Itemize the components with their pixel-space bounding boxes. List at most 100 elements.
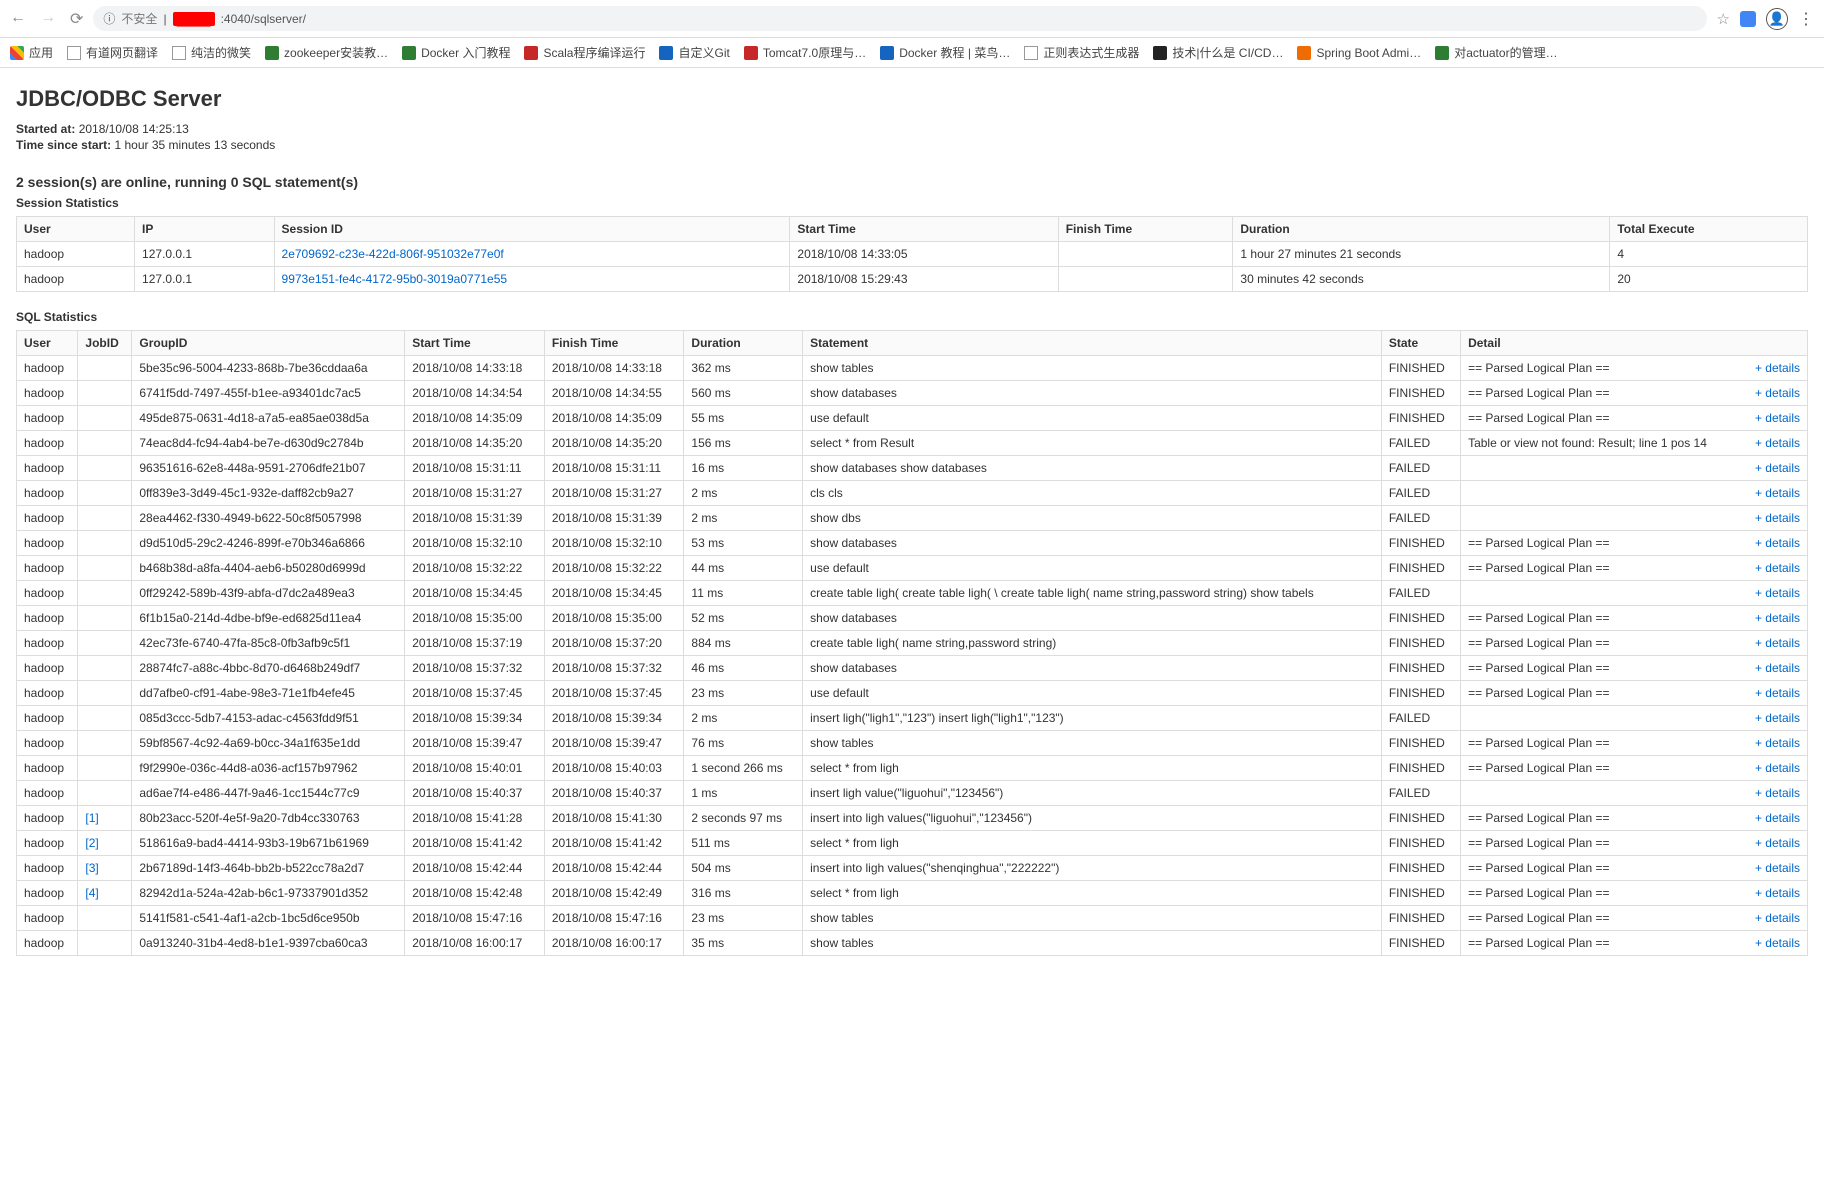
bookmark-item[interactable]: 技术|什么是 CI/CD…: [1153, 44, 1283, 61]
session-stats-label: Session Statistics: [16, 196, 1808, 210]
sql-duration: 884 ms: [684, 631, 803, 656]
sql-user: hadoop: [17, 606, 78, 631]
details-link[interactable]: + details: [1755, 436, 1800, 450]
bookmark-item[interactable]: 有道网页翻译: [67, 44, 158, 61]
bookmark-item[interactable]: Tomcat7.0原理与…: [744, 44, 866, 61]
sql-row: hadoop5141f581-c541-4af1-a2cb-1bc5d6ce95…: [17, 906, 1808, 931]
menu-icon[interactable]: ⋮: [1798, 9, 1814, 29]
session-col-header[interactable]: Duration: [1233, 217, 1610, 242]
extension-icon[interactable]: [1740, 11, 1756, 27]
details-link[interactable]: + details: [1755, 711, 1800, 725]
details-link[interactable]: + details: [1755, 461, 1800, 475]
detail-text: == Parsed Logical Plan ==: [1468, 561, 1609, 575]
bookmark-star-icon[interactable]: ☆: [1717, 10, 1730, 28]
details-link[interactable]: + details: [1755, 586, 1800, 600]
bookmark-item[interactable]: 自定义Git: [659, 44, 729, 61]
session-col-header[interactable]: User: [17, 217, 135, 242]
bookmark-item[interactable]: Docker 教程 | 菜鸟…: [880, 44, 1010, 61]
details-link[interactable]: + details: [1755, 386, 1800, 400]
sql-col-header[interactable]: JobID: [78, 331, 132, 356]
nav-reload-icon[interactable]: ⟳: [70, 9, 83, 29]
sql-state: FINISHED: [1381, 806, 1460, 831]
details-link[interactable]: + details: [1755, 886, 1800, 900]
info-icon[interactable]: ⓘ: [103, 10, 115, 27]
session-col-header[interactable]: Start Time: [790, 217, 1058, 242]
job-link[interactable]: [2]: [85, 836, 98, 850]
sql-jobid: [4]: [78, 881, 132, 906]
job-link[interactable]: [1]: [85, 811, 98, 825]
details-link[interactable]: + details: [1755, 636, 1800, 650]
session-id-link[interactable]: 2e709692-c23e-422d-806f-951032e77e0f: [282, 247, 504, 261]
sql-jobid: [78, 681, 132, 706]
sql-state: FINISHED: [1381, 931, 1460, 956]
details-link[interactable]: + details: [1755, 561, 1800, 575]
sql-col-header[interactable]: Start Time: [405, 331, 545, 356]
sql-col-header[interactable]: Statement: [803, 331, 1382, 356]
job-link[interactable]: [3]: [85, 861, 98, 875]
session-col-header[interactable]: IP: [135, 217, 274, 242]
bookmark-item[interactable]: Scala程序编译运行: [524, 44, 645, 61]
sql-detail: == Parsed Logical Plan == + details: [1461, 556, 1808, 581]
bookmark-item[interactable]: 正则表达式生成器: [1024, 44, 1139, 61]
sql-duration: 35 ms: [684, 931, 803, 956]
details-link[interactable]: + details: [1755, 911, 1800, 925]
sql-duration: 53 ms: [684, 531, 803, 556]
nav-back-icon[interactable]: ←: [10, 9, 26, 29]
details-link[interactable]: + details: [1755, 736, 1800, 750]
sql-col-header[interactable]: Detail: [1461, 331, 1808, 356]
session-id-link[interactable]: 9973e151-fe4c-4172-95b0-3019a0771e55: [282, 272, 508, 286]
details-link[interactable]: + details: [1755, 611, 1800, 625]
details-link[interactable]: + details: [1755, 786, 1800, 800]
session-col-header[interactable]: Session ID: [274, 217, 790, 242]
sql-col-header[interactable]: Duration: [684, 331, 803, 356]
bookmark-label: Spring Boot Admi…: [1316, 46, 1421, 60]
details-link[interactable]: + details: [1755, 536, 1800, 550]
job-link[interactable]: [4]: [85, 886, 98, 900]
sql-col-header[interactable]: User: [17, 331, 78, 356]
sql-jobid: [78, 531, 132, 556]
bookmark-item[interactable]: Docker 入门教程: [402, 44, 510, 61]
details-link[interactable]: + details: [1755, 411, 1800, 425]
sql-start: 2018/10/08 14:35:09: [405, 406, 545, 431]
sql-detail: == Parsed Logical Plan ==+ details: [1461, 881, 1808, 906]
details-link[interactable]: + details: [1755, 936, 1800, 950]
sql-start: 2018/10/08 15:40:01: [405, 756, 545, 781]
session-col-header[interactable]: Finish Time: [1058, 217, 1233, 242]
detail-text: == Parsed Logical Plan ==: [1468, 936, 1609, 950]
bookmark-item[interactable]: 应用: [10, 44, 53, 61]
details-link[interactable]: + details: [1755, 761, 1800, 775]
sql-col-header[interactable]: Finish Time: [544, 331, 684, 356]
sql-start: 2018/10/08 15:37:19: [405, 631, 545, 656]
sql-col-header[interactable]: GroupID: [132, 331, 405, 356]
sql-user: hadoop: [17, 381, 78, 406]
sql-start: 2018/10/08 15:31:11: [405, 456, 545, 481]
details-link[interactable]: + details: [1755, 811, 1800, 825]
bookmark-item[interactable]: Spring Boot Admi…: [1297, 46, 1421, 60]
bookmark-item[interactable]: 纯洁的微笑: [172, 44, 251, 61]
session-col-header[interactable]: Total Execute: [1610, 217, 1808, 242]
nav-forward-icon[interactable]: →: [40, 9, 56, 29]
bookmarks-bar: 应用有道网页翻译纯洁的微笑 zookeeper安装教… Docker 入门教程 Sca…: [0, 38, 1824, 68]
details-link[interactable]: + details: [1755, 486, 1800, 500]
details-link[interactable]: + details: [1755, 661, 1800, 675]
sql-statement: show tables: [803, 931, 1382, 956]
profile-icon[interactable]: 👤: [1766, 8, 1788, 30]
details-link[interactable]: + details: [1755, 861, 1800, 875]
detail-text: == Parsed Logical Plan ==: [1468, 911, 1609, 925]
sql-user: hadoop: [17, 656, 78, 681]
bookmark-item[interactable]: 对actuator的管理…: [1435, 44, 1557, 61]
sql-start: 2018/10/08 15:31:27: [405, 481, 545, 506]
address-bar[interactable]: ⓘ 不安全 | ████ :4040/sqlserver/: [93, 6, 1706, 31]
details-link[interactable]: + details: [1755, 511, 1800, 525]
sql-detail: == Parsed Logical Plan ==+ details: [1461, 606, 1808, 631]
details-link[interactable]: + details: [1755, 361, 1800, 375]
bookmark-item[interactable]: zookeeper安装教…: [265, 44, 388, 61]
sql-col-header[interactable]: State: [1381, 331, 1460, 356]
session-cell: 1 hour 27 minutes 21 seconds: [1233, 242, 1610, 267]
sql-finish: 2018/10/08 15:37:20: [544, 631, 684, 656]
details-link[interactable]: + details: [1755, 686, 1800, 700]
sql-detail: == Parsed Logical Plan ==+ details: [1461, 831, 1808, 856]
details-link[interactable]: + details: [1755, 836, 1800, 850]
sql-statement: insert into ligh values("shenqinghua","2…: [803, 856, 1382, 881]
session-cell: [1058, 242, 1233, 267]
